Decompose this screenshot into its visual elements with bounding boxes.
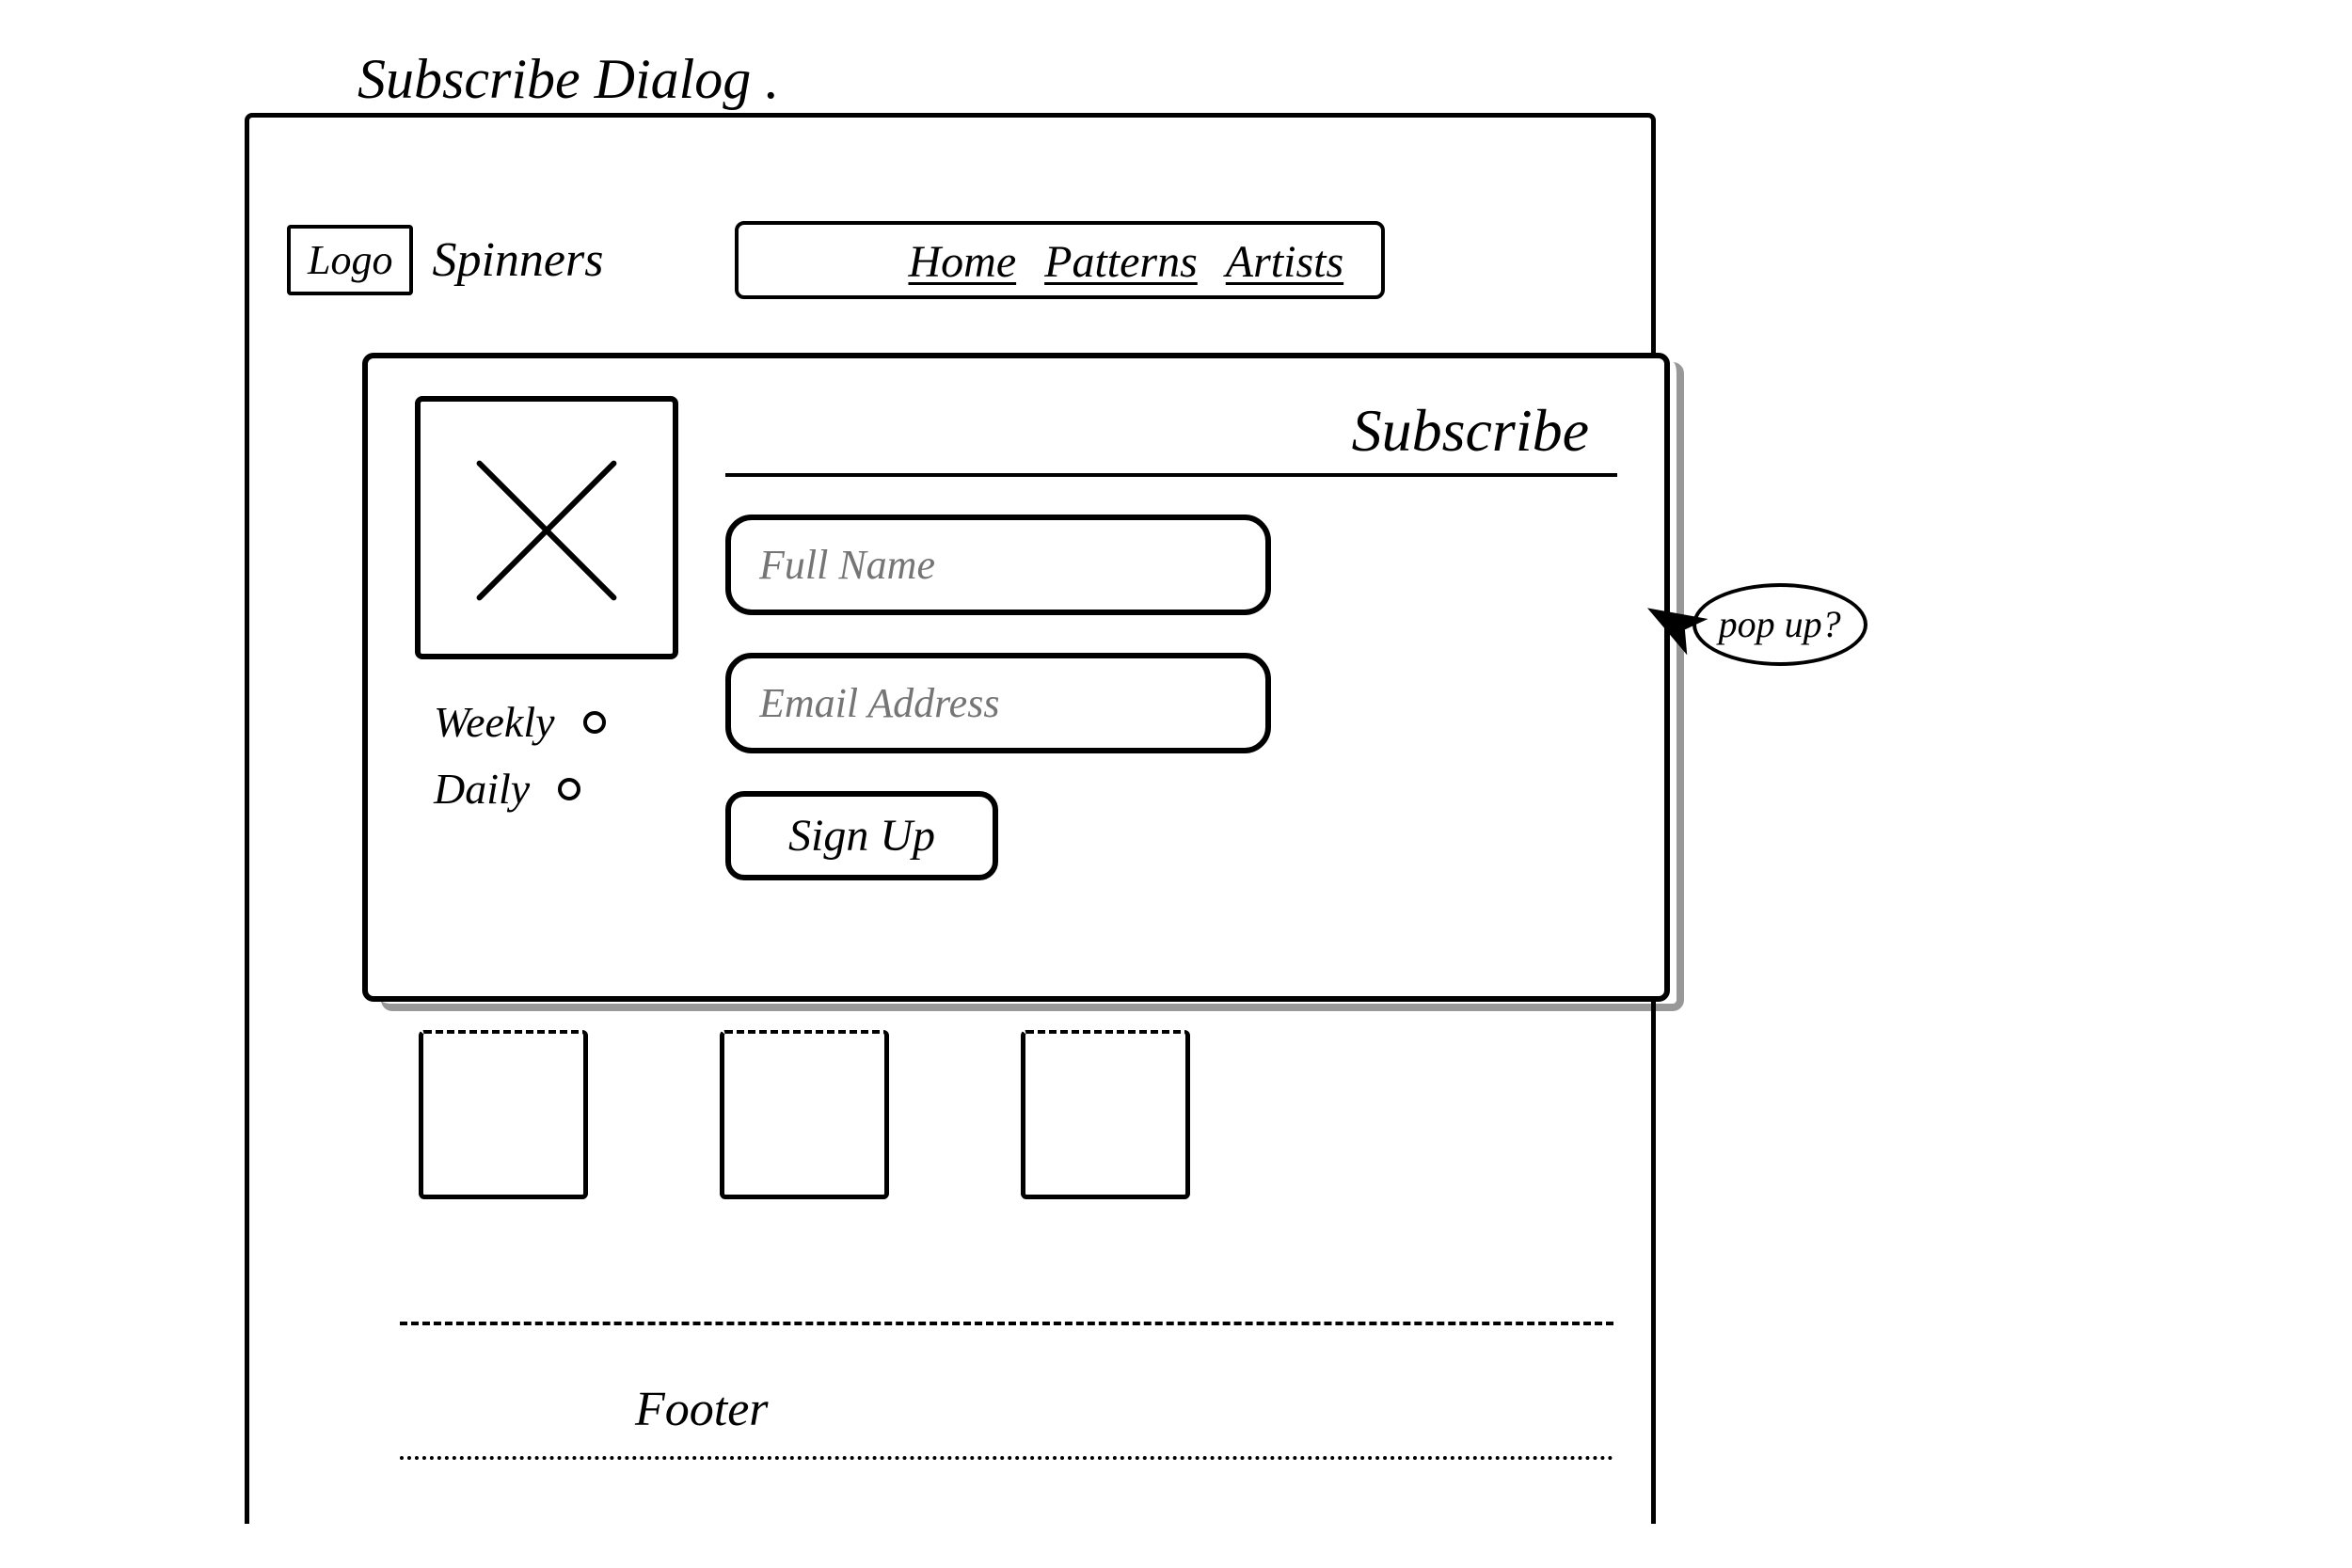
subscribe-dialog: Weekly Daily Subscribe Sign Up (362, 353, 1670, 1002)
nav-patterns[interactable]: Patterns (1044, 236, 1198, 288)
sketch-title: Subscribe Dialog . (358, 47, 779, 112)
nav-artists[interactable]: Artists (1226, 236, 1343, 288)
frequency-daily[interactable]: Daily (434, 764, 678, 814)
frequency-label: Daily (434, 764, 530, 814)
signup-button[interactable]: Sign Up (725, 791, 998, 880)
nav-home[interactable]: Home (908, 236, 1016, 288)
email-field[interactable] (725, 653, 1271, 753)
frequency-options: Weekly Daily (415, 697, 678, 814)
divider (400, 1322, 1613, 1325)
brand-name: Spinners (432, 232, 603, 288)
thumbnail-card[interactable] (419, 1030, 588, 1199)
thumbnail-card[interactable] (1021, 1030, 1190, 1199)
annotation-bubble: pop up? (1692, 583, 1867, 666)
popup-annotation: ➤ pop up? (1646, 583, 1867, 666)
thumbnail-card[interactable] (720, 1030, 889, 1199)
close-icon (449, 430, 644, 626)
frequency-weekly[interactable]: Weekly (434, 697, 678, 747)
full-name-field[interactable] (725, 515, 1271, 615)
logo-placeholder: Logo (287, 225, 413, 295)
nav-bar: Home Patterns Artists (735, 221, 1385, 299)
browser-frame: Logo Spinners Home Patterns Artists Week… (245, 113, 1656, 1524)
frequency-label: Weekly (434, 697, 555, 747)
dialog-title: Subscribe (725, 396, 1617, 477)
radio-icon (583, 711, 606, 734)
footer-label: Footer (400, 1382, 1613, 1437)
header: Logo Spinners Home Patterns Artists (249, 118, 1651, 327)
radio-icon (558, 778, 580, 800)
footer: Footer (400, 1322, 1613, 1460)
thumbnail-row (419, 1030, 1190, 1199)
close-button[interactable] (415, 396, 678, 659)
divider (400, 1456, 1613, 1460)
